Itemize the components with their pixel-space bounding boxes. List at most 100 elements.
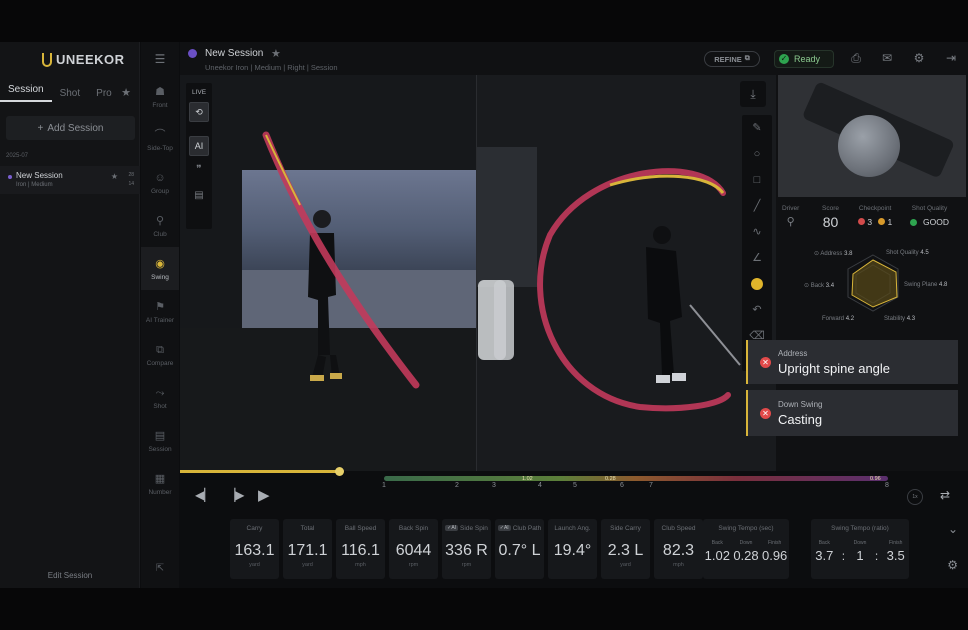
rail-item-front[interactable]: ☗ Front [141,75,179,118]
phase-time-tag: 1.02 [522,476,533,482]
metric-value: 171.1 [287,542,328,559]
circle-tool-icon[interactable]: ○ [742,141,772,167]
metric-card-launch-ang[interactable]: Launch Ang. 19.4° [548,519,597,579]
metric-card-club-path[interactable]: ✓AI Club Path 0.7° L [495,519,544,579]
metric-card-side-carry[interactable]: Side Carry 2.3 L yard [601,519,650,579]
phase-marker[interactable]: 1 [382,482,386,489]
alert-card-address[interactable]: ✕ Address Upright spine angle [746,340,958,384]
session-star-icon[interactable]: ★ [111,172,118,181]
rail-item-compare[interactable]: ⧉ Compare [141,333,179,376]
download-icon[interactable]: ⤓ [740,81,766,107]
rectangle-tool-icon[interactable]: □ [742,167,772,193]
phase-marker[interactable]: 2 [455,482,459,489]
ai-badge: ✓AI [445,525,459,532]
edit-session-button[interactable]: Edit Session [0,571,140,580]
add-annotation-icon[interactable]: ✎ [742,115,772,141]
shot-quality-value: GOOD [923,217,949,227]
shot-quality-badge: GOOD [910,217,949,227]
metric-card-club-speed[interactable]: Club Speed 82.3 mph [654,519,703,579]
rail-item-group[interactable]: ☺ Group [141,161,179,204]
tempo-col-value: 0.96 [761,548,788,563]
playback-speed-button[interactable]: 1x [907,489,923,505]
radar-label-address: ⊙ Address 3.8 [814,251,853,257]
refine-button[interactable]: REFINE ⧉ [704,51,760,67]
favorite-star-icon[interactable]: ★ [271,47,281,60]
repeat-icon[interactable]: ⇄ [940,488,950,502]
error-x-icon: ✕ [760,408,771,419]
rail-item-swing[interactable]: ◉ Swing [141,247,179,290]
rail-item-ai-trainer[interactable]: ⚑ AI Trainer [141,290,179,333]
tab-pro[interactable]: Pro [88,88,120,99]
angle-tool-icon[interactable]: ∠ [742,245,772,271]
swing-radar-chart: ⊙ Address 3.8 Shot Quality 4.5 ⊙ Back 3.… [780,247,966,327]
ratio-separator: : [874,549,879,563]
uneekor-logo-mark-icon [42,52,52,67]
driver-label: Driver [782,205,800,212]
group-icon: ☺ [154,171,166,184]
metric-card-back-spin[interactable]: Back Spin 6044 rpm [389,519,438,579]
session-list-item[interactable]: New Session Iron | Medium ★ 28 14 [0,166,140,194]
metric-title-text: Ball Speed [344,525,377,532]
checkpoint-yellow-count: 1 [887,217,893,227]
favorites-star-icon[interactable]: ★ [121,86,131,99]
exit-icon[interactable]: ⇥ [943,50,959,66]
play-icon[interactable]: ▶ [258,486,270,504]
session-color-dot [188,49,197,58]
golf-ball-image [838,115,900,177]
tab-session[interactable]: Session [0,84,52,102]
rail-item-session[interactable]: ▤ Session [141,419,179,462]
logo-text: UNEEKOR [56,52,125,67]
color-picker[interactable] [742,271,772,297]
phase-marker[interactable]: 6 [620,482,624,489]
ai-analysis-button[interactable]: AI [189,136,209,156]
collapse-menu-icon[interactable]: ☰ [141,42,179,75]
metric-card-carry[interactable]: Carry 163.1 yard [230,519,279,579]
external-link-icon[interactable]: ⇱ [141,563,179,574]
previous-frame-icon[interactable]: ◀▏ [195,488,213,502]
phase-marker[interactable]: 4 [538,482,542,489]
metric-unit: mph [355,562,366,568]
golfer-front-icon: ☗ [155,85,165,98]
phase-marker[interactable]: 3 [492,482,496,489]
layout-icon[interactable]: ▤ [189,190,209,208]
rail-item-shot[interactable]: ⤳ Shot [141,376,179,419]
metrics-settings-gear-icon[interactable]: ⚙ [947,558,958,572]
rail-item-label: Session [148,445,172,453]
live-play-button[interactable]: ⟲ [189,102,209,122]
score-col: Score 80 [822,205,839,230]
metric-value: 2.3 L [607,542,644,559]
rail-item-number[interactable]: ▦ Number [141,462,179,505]
add-session-button[interactable]: + Add Session [6,116,135,140]
swing-phase-bar[interactable] [384,476,888,481]
feedback-icon[interactable]: ✉ [879,50,895,66]
tab-shot[interactable]: Shot [52,88,89,99]
playback-scrubber[interactable] [335,467,344,476]
swing-video-viewer[interactable]: LIVE ⟲ AI ❞ ▤ ⤓ ✎ ○ □ ╱ ∿ ∠ ↶ ⌫ [180,75,776,471]
collapse-chevron-icon[interactable]: ⌄ [948,522,958,536]
metric-value: 116.1 [341,542,380,559]
rail-item-side-top[interactable]: ⌒ Side-Top [141,118,179,161]
next-frame-icon[interactable]: ▕▶ [226,488,244,502]
freehand-tool-icon[interactable]: ∿ [742,219,772,245]
metric-card-total[interactable]: Total 171.1 yard [283,519,332,579]
footprint-icon[interactable]: ❞ [189,164,209,182]
alert-card-down-swing[interactable]: ✕ Down Swing Casting [746,390,958,436]
metric-value: 0.7° L [498,542,541,559]
speed-label: 1x [912,494,918,500]
device-icon[interactable]: ⎙ [848,50,864,66]
phase-marker[interactable]: 7 [649,482,653,489]
metric-title: ✓AI Club Path [495,525,544,532]
phase-marker[interactable]: 5 [573,482,577,489]
phase-marker[interactable]: 8 [885,482,889,489]
red-dot-icon [858,218,865,225]
yellow-dot-icon [878,218,886,225]
rail-item-club[interactable]: ⚲ Club [141,204,179,247]
undo-icon[interactable]: ↶ [742,297,772,323]
line-tool-icon[interactable]: ╱ [742,193,772,219]
metric-value: 336 R [445,542,488,559]
plus-icon: + [37,122,44,134]
gear-icon[interactable]: ⚙ [911,50,927,66]
metric-card-side-spin[interactable]: ✓AI Side Spin 336 R rpm [442,519,491,579]
metric-card-ball-speed[interactable]: Ball Speed 116.1 mph [336,519,385,579]
radar-name: Swing Plane [904,282,938,288]
